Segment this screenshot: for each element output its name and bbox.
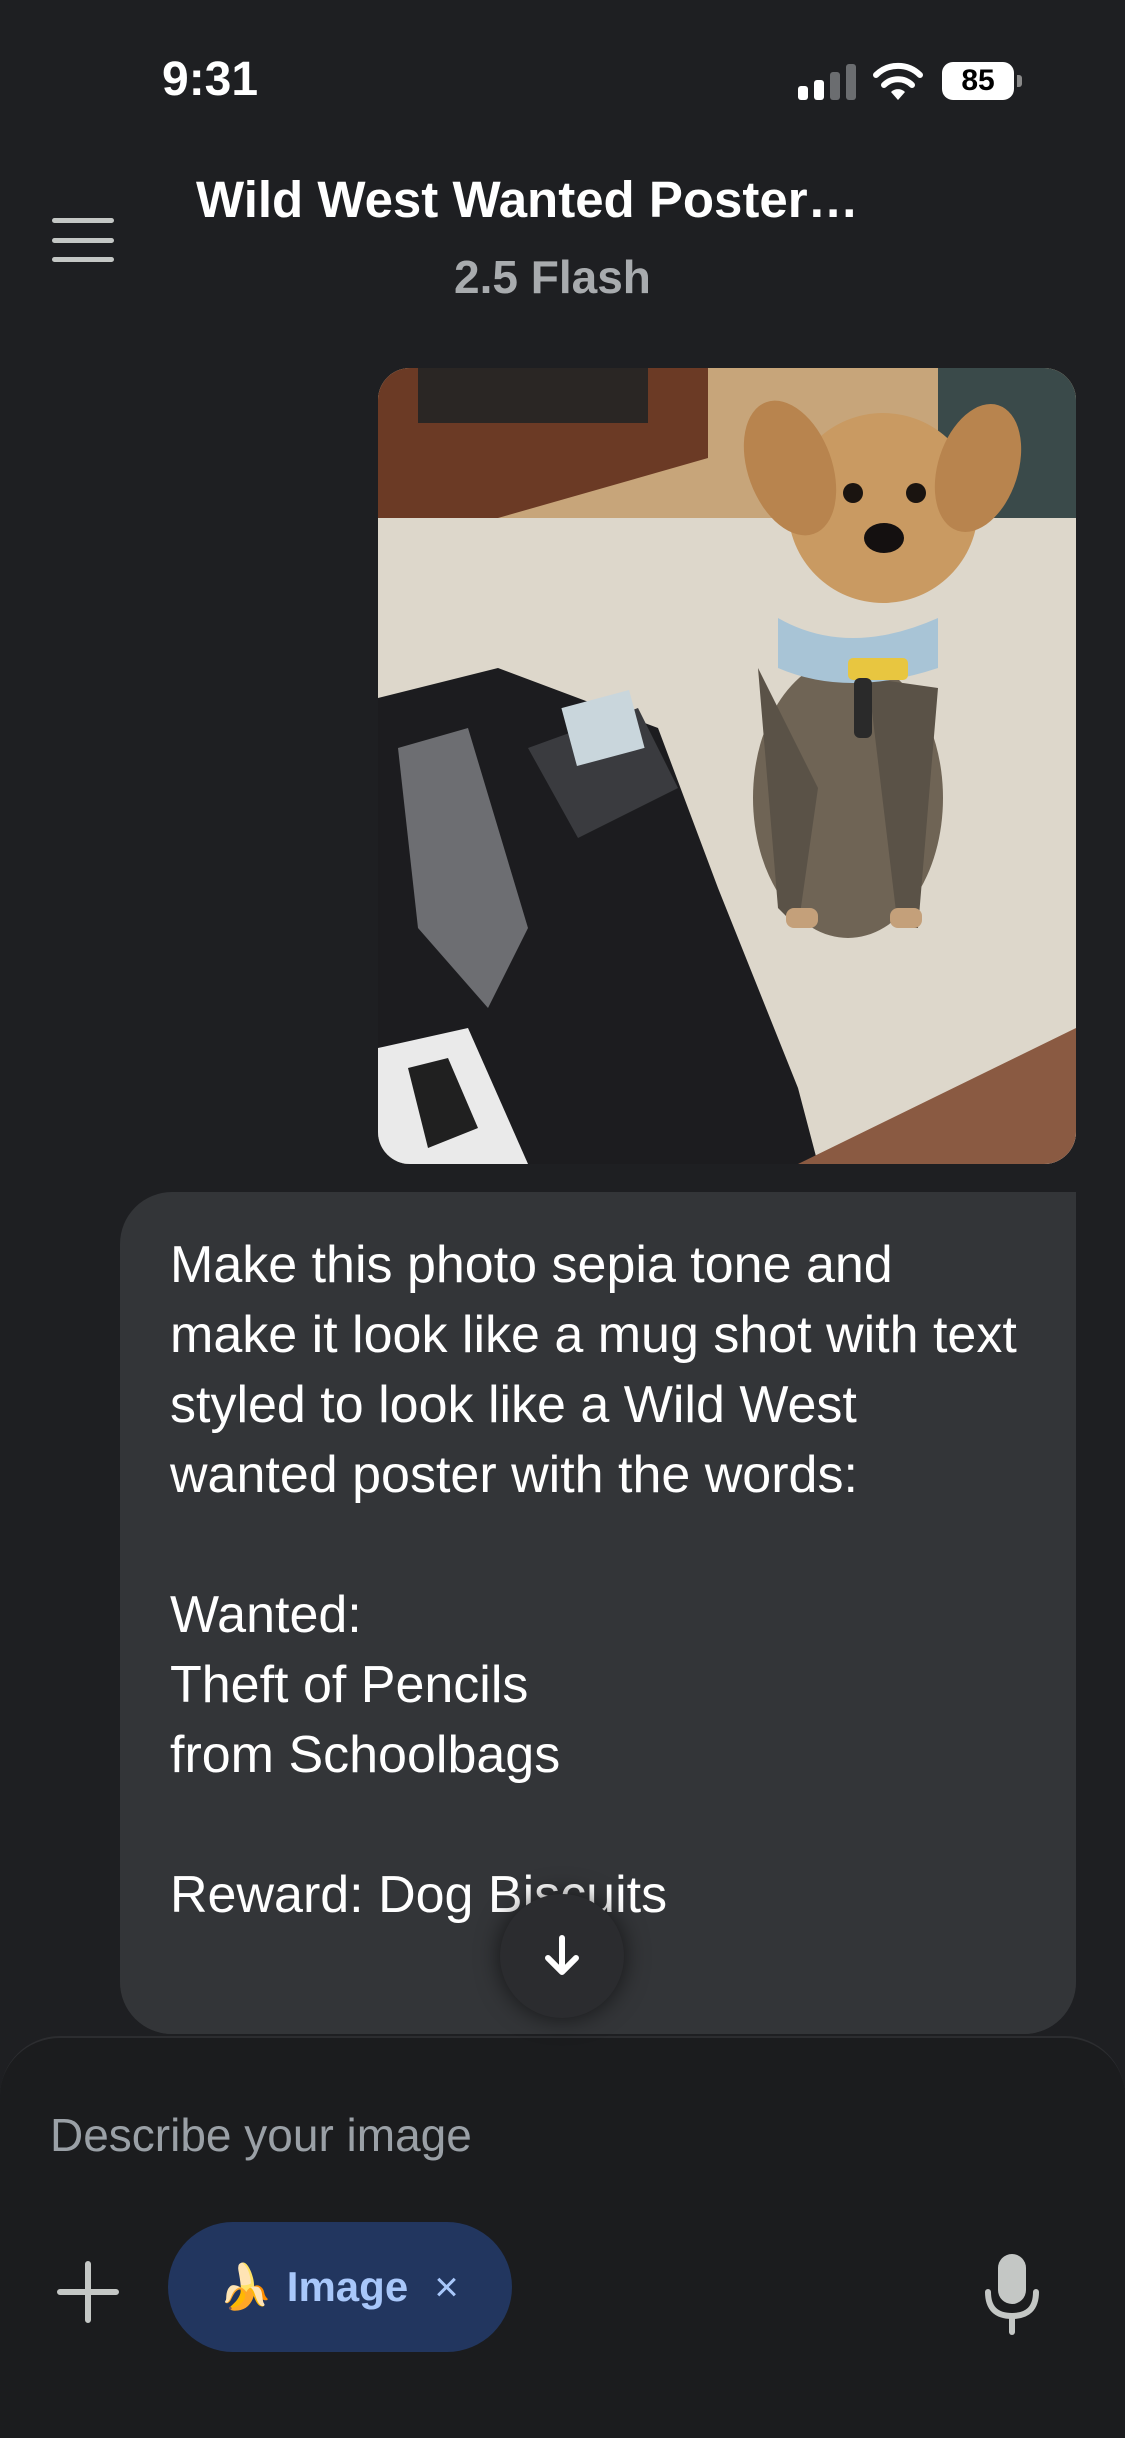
close-icon[interactable]: × <box>434 2263 459 2311</box>
status-time: 9:31 <box>162 53 259 106</box>
app-header: Wild West Wanted Poster… 2.5 Flash <box>0 160 1125 340</box>
prompt-input[interactable]: Describe your image <box>50 2108 472 2162</box>
battery-icon: 85 <box>942 62 1022 100</box>
conversation-title[interactable]: Wild West Wanted Poster… <box>196 170 859 229</box>
model-selector[interactable]: 2.5 Flash <box>454 250 651 304</box>
plus-icon[interactable] <box>56 2260 120 2324</box>
signal-icon <box>798 62 856 100</box>
composer: Describe your image 🍌 Image × <box>0 2036 1125 2438</box>
scroll-down-icon <box>545 1935 579 1975</box>
banana-icon: 🍌 <box>218 2263 273 2312</box>
wifi-icon <box>873 62 923 100</box>
status-bar: 9:31 85 <box>0 0 1125 160</box>
menu-icon[interactable] <box>52 218 114 262</box>
user-prompt-text: Make this photo sepia tone and make it l… <box>170 1236 1017 1924</box>
image-tool-chip[interactable]: 🍌 Image × <box>168 2222 512 2352</box>
scroll-to-bottom-button[interactable] <box>500 1894 624 2018</box>
image-tool-label: Image <box>286 2263 409 2310</box>
uploaded-photo[interactable] <box>378 368 1076 1164</box>
mic-icon[interactable] <box>982 2252 1042 2336</box>
